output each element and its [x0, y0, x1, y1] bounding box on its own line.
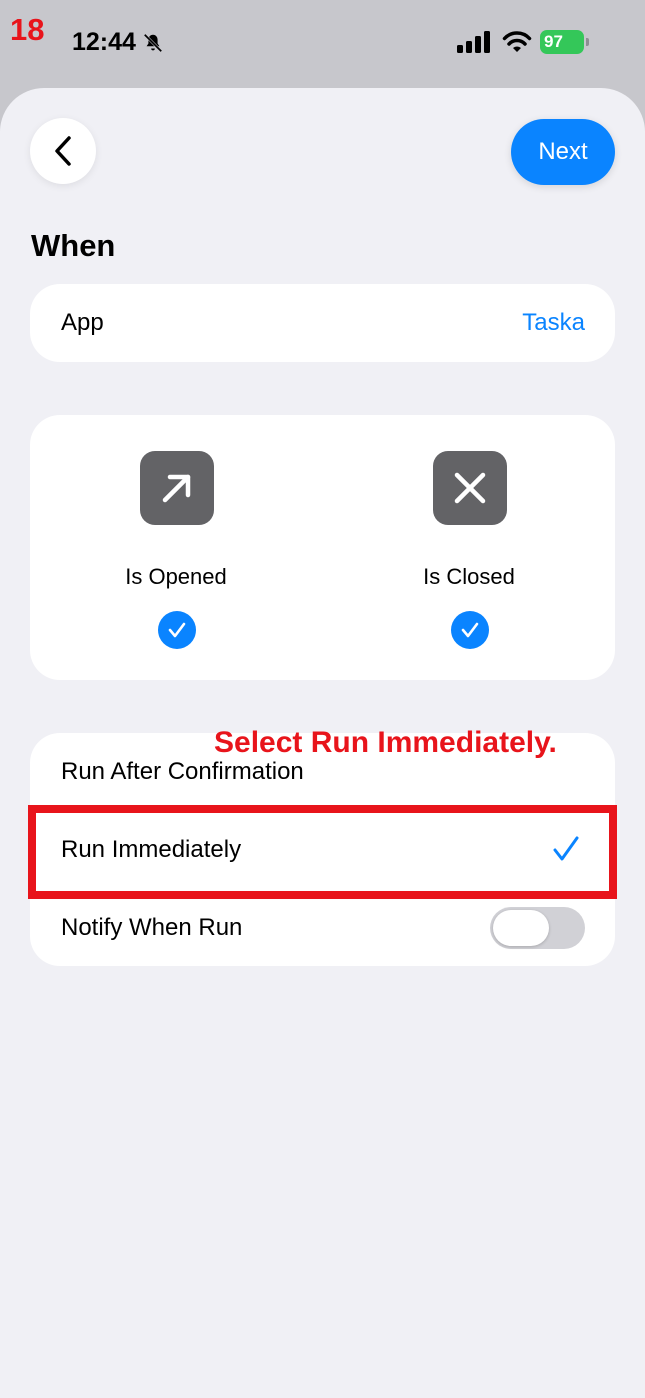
- back-button[interactable]: [30, 118, 96, 184]
- bell-slash-icon: [143, 33, 163, 52]
- event-option-is-opened[interactable]: Is Opened: [30, 415, 322, 680]
- arrow-up-right-icon: [140, 451, 214, 525]
- chevron-left-icon: [55, 136, 71, 166]
- event-options-card: Is Opened Is Closed: [30, 415, 615, 680]
- status-time-text: 12:44: [72, 28, 136, 56]
- cellular-signal-icon: [457, 31, 490, 53]
- app-label: App: [61, 309, 104, 336]
- event-label: Is Opened: [125, 564, 227, 589]
- app-selector-row[interactable]: App Taska: [30, 284, 615, 362]
- section-title-when: When: [31, 228, 116, 263]
- battery-level: 97: [544, 32, 563, 51]
- event-label: Is Closed: [423, 564, 515, 589]
- wifi-icon: [502, 31, 532, 52]
- option-notify-when-run: Notify When Run: [30, 889, 615, 967]
- toggle-knob: [493, 910, 549, 946]
- next-button[interactable]: Next: [511, 119, 615, 185]
- option-label: Run After Confirmation: [61, 758, 304, 785]
- step-number-label: 18: [10, 12, 45, 47]
- highlight-box: [28, 805, 617, 899]
- event-option-is-closed[interactable]: Is Closed: [323, 415, 615, 680]
- notify-toggle[interactable]: [490, 907, 585, 949]
- status-time: 12:44: [72, 28, 164, 57]
- battery-indicator: 97: [540, 30, 589, 54]
- checkmark-circle-icon[interactable]: [158, 611, 196, 649]
- checkmark-circle-icon[interactable]: [451, 611, 489, 649]
- x-mark-icon: [433, 451, 507, 525]
- instruction-annotation: Select Run Immediately.: [214, 726, 557, 759]
- app-value[interactable]: Taska: [522, 309, 585, 337]
- option-label: Notify When Run: [61, 914, 243, 941]
